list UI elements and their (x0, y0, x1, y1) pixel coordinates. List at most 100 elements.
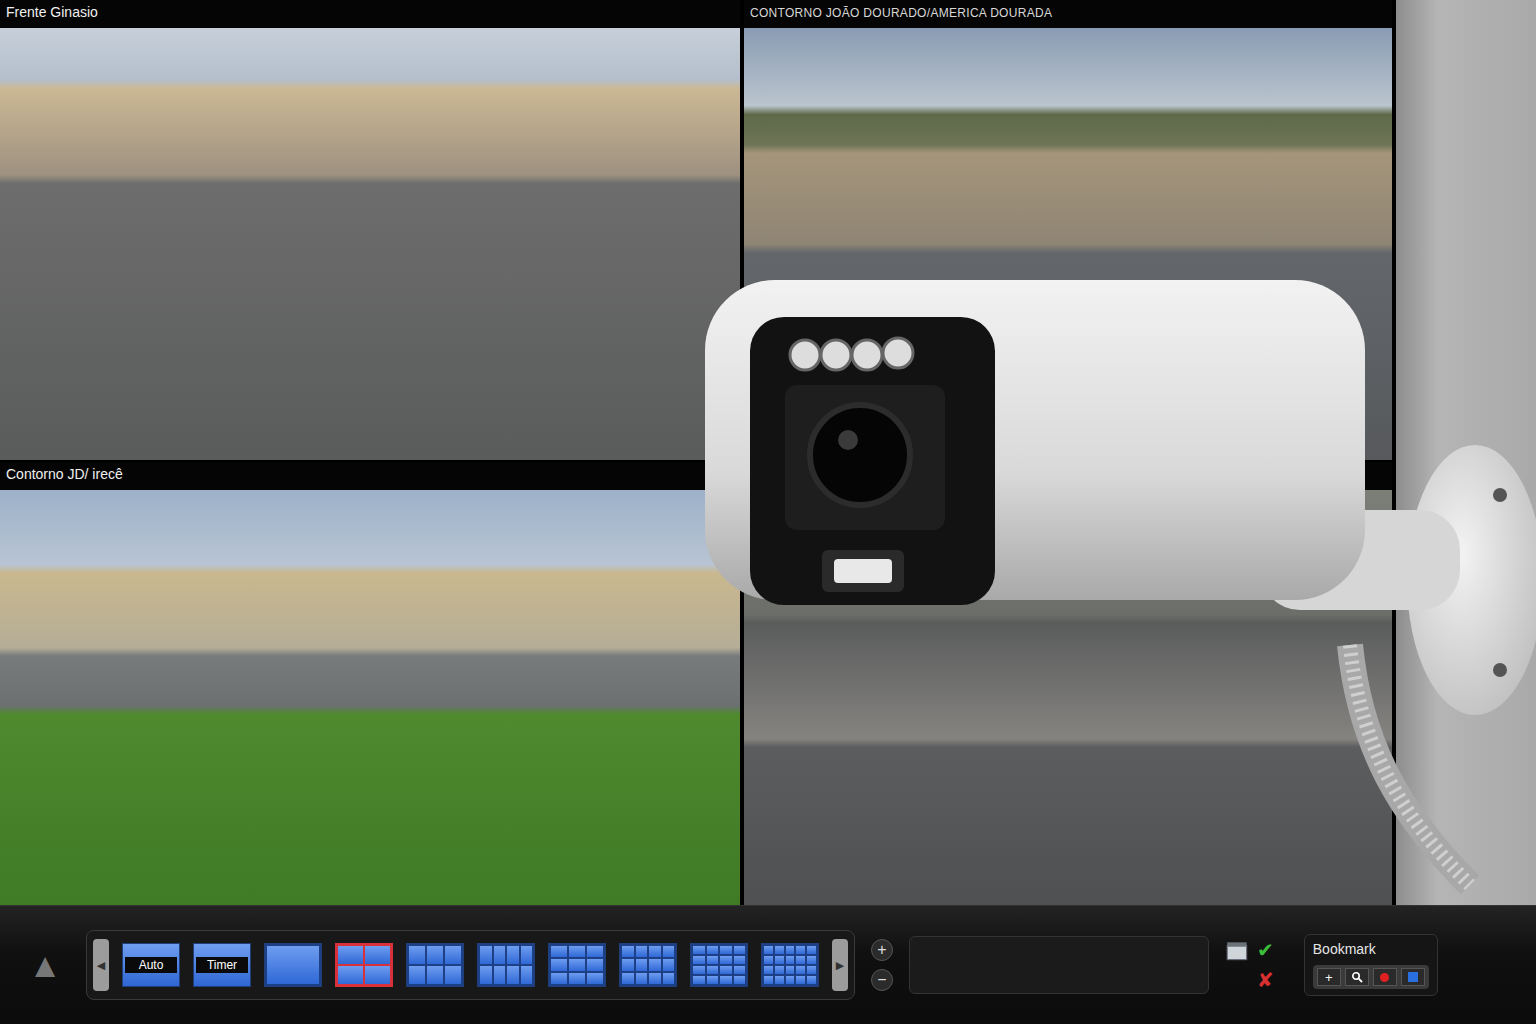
layout-cell (569, 973, 585, 984)
layout-cell (693, 966, 705, 974)
camera-tile[interactable]: Frente Ginasio (0, 0, 740, 460)
layout-cell (551, 946, 567, 957)
layout-cell (622, 973, 634, 984)
cancel-button[interactable]: ✘ (1257, 970, 1274, 990)
layout-cell (507, 966, 519, 984)
layout-button[interactable] (690, 943, 748, 987)
layout-cell (622, 959, 634, 970)
layout-button[interactable] (406, 943, 464, 987)
layout-cell (796, 946, 805, 954)
layout-cell (707, 956, 719, 964)
camera-feed[interactable] (0, 490, 740, 905)
layout-cell (734, 946, 746, 954)
bookmark-search-button[interactable] (1345, 968, 1369, 986)
layout-cell (365, 946, 390, 964)
layout-cell (720, 966, 732, 974)
layout-cell (807, 966, 816, 974)
layout-button[interactable] (761, 943, 819, 987)
layout-cell (267, 946, 319, 984)
collapse-button[interactable]: ▲ (20, 943, 70, 987)
bookmark-record-button[interactable] (1373, 968, 1397, 986)
camera-tile[interactable]: Contorno JD/ irecê (0, 462, 740, 905)
scroll-left-button[interactable]: ◀ (93, 939, 109, 991)
layout-cell (587, 973, 603, 984)
layout-cell (786, 976, 795, 984)
layout-cell (649, 973, 661, 984)
clear-icon[interactable] (1225, 940, 1251, 962)
layout-cell (521, 966, 533, 984)
bookmark-stop-button[interactable] (1401, 968, 1425, 986)
layout-cell (551, 973, 567, 984)
command-field[interactable] (909, 936, 1209, 994)
layout-cell (663, 959, 675, 970)
layout-cell (480, 946, 492, 964)
layout-cell (636, 946, 648, 957)
layout-cell (764, 976, 773, 984)
bookmark-panel: Bookmark + (1304, 934, 1438, 996)
zoom-controls: + − (871, 939, 893, 991)
layout-cell (796, 976, 805, 984)
layout-cell (707, 976, 719, 984)
layout-cell (507, 946, 519, 964)
lpr-camera-icon (700, 275, 1536, 895)
stop-icon (1408, 972, 1418, 982)
layout-cell (764, 966, 773, 974)
record-icon (1380, 973, 1389, 982)
layout-cell (409, 966, 425, 984)
bookmark-title: Bookmark (1313, 941, 1429, 957)
layout-cell (720, 946, 732, 954)
layout-cell (480, 966, 492, 984)
layout-cell (521, 946, 533, 964)
layout-cell (427, 966, 443, 984)
layout-cell (807, 956, 816, 964)
layout-cell (365, 966, 390, 984)
layout-button[interactable] (264, 943, 322, 987)
layout-cell (569, 959, 585, 970)
confirm-button[interactable]: ✔ (1257, 940, 1274, 960)
bookmark-add-button[interactable]: + (1317, 968, 1341, 986)
layout-cell (693, 946, 705, 954)
layout-cell (445, 946, 461, 964)
layout-strip: ◀ Auto Timer ▶ (86, 930, 855, 1000)
layout-button[interactable] (619, 943, 677, 987)
layout-cell (494, 966, 506, 984)
scroll-right-button[interactable]: ▶ (832, 939, 848, 991)
layout-cell (338, 966, 363, 984)
layout-cell (693, 976, 705, 984)
layout-cell (775, 966, 784, 974)
layout-cell (622, 946, 634, 957)
layout-button[interactable]: Timer (193, 943, 251, 987)
layout-cell (494, 946, 506, 964)
layout-cell (775, 956, 784, 964)
toolbar: ▲ ◀ Auto Timer ▶ + − ✔ ✘ Bookmark + (0, 905, 1536, 1024)
nvr-screen: Frente Ginasio CONTORNO JOÃO DOURADO/AME… (0, 0, 1536, 1024)
layout-button[interactable] (548, 943, 606, 987)
layout-button[interactable] (477, 943, 535, 987)
layout-cell (807, 946, 816, 954)
layout-cell (409, 946, 425, 964)
layout-cell (720, 976, 732, 984)
layout-cell (764, 946, 773, 954)
layout-cell (338, 946, 363, 964)
camera-feed[interactable] (0, 28, 740, 460)
layout-cell (786, 966, 795, 974)
camera-label: Frente Ginasio (0, 0, 740, 28)
zoom-out-button[interactable]: − (871, 969, 893, 991)
layout-cell (663, 973, 675, 984)
layout-button[interactable] (335, 943, 393, 987)
layout-cell (663, 946, 675, 957)
layout-cell (775, 946, 784, 954)
zoom-in-button[interactable]: + (871, 939, 893, 961)
layout-cell (734, 956, 746, 964)
layout-cell (796, 956, 805, 964)
layout-cell (693, 956, 705, 964)
layout-cell (636, 973, 648, 984)
action-group: ✔ ✘ (1225, 940, 1274, 990)
layout-cell (636, 959, 648, 970)
layout-button[interactable]: Auto (122, 943, 180, 987)
layout-cell (707, 946, 719, 954)
layout-cell (775, 976, 784, 984)
layout-cell (427, 946, 443, 964)
layout-cell (569, 946, 585, 957)
layout-cell (734, 966, 746, 974)
